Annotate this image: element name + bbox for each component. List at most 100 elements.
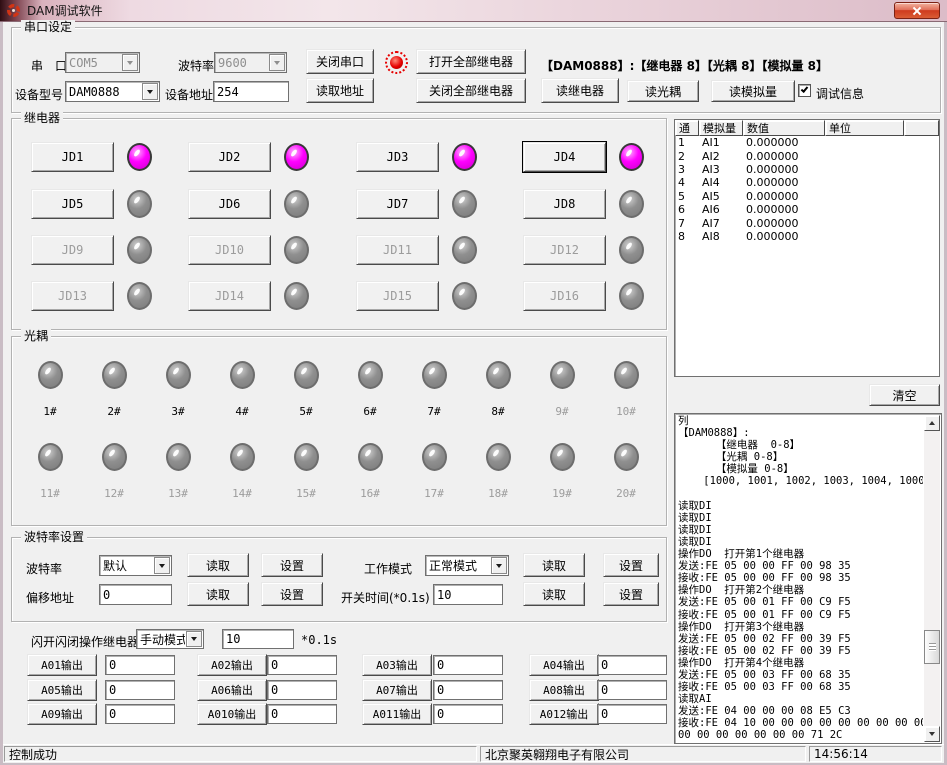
read-relays-button[interactable]: 读继电器 [541, 78, 619, 103]
ao-output-button[interactable]: A011输出 [362, 703, 432, 725]
flash-mode-value: 手动模式 [137, 631, 185, 648]
relay-button[interactable]: JD7 [356, 189, 439, 219]
close-all-relays-button[interactable]: 关闭全部继电器 [416, 78, 526, 103]
table-row[interactable]: 6 AI6 0.000000 [675, 203, 939, 216]
ao-output-button[interactable]: A06输出 [197, 679, 267, 701]
titlebar[interactable]: DAM调试软件 [0, 0, 947, 22]
switch-time-read-button[interactable]: 读取 [523, 582, 585, 606]
switch-time-set-button[interactable]: 设置 [603, 582, 659, 606]
scroll-down-button[interactable] [924, 726, 940, 742]
col-unit[interactable]: 单位 [825, 120, 904, 136]
relay-button[interactable]: JD15 [356, 281, 439, 311]
read-opto-button[interactable]: 读光耦 [627, 80, 699, 102]
ao-output-input[interactable] [105, 704, 175, 724]
ao-output-input[interactable] [105, 655, 175, 675]
baudrate-set-button[interactable]: 设置 [261, 553, 323, 577]
table-row[interactable]: 4 AI4 0.000000 [675, 176, 939, 189]
col-value[interactable]: 数值 [743, 120, 825, 136]
relay-button[interactable]: JD13 [31, 281, 114, 311]
close-serial-button[interactable]: 关闭串口 [306, 49, 374, 74]
baudrate-read-button[interactable]: 读取 [187, 553, 249, 577]
baudrate-select[interactable]: 默认 [99, 555, 172, 576]
clear-log-button[interactable]: 清空 [869, 384, 940, 406]
relay-button[interactable]: JD11 [356, 235, 439, 265]
ao-output-button[interactable]: A03输出 [362, 654, 432, 676]
cell-channel: 4 [675, 176, 699, 189]
table-row[interactable]: 5 AI5 0.000000 [675, 190, 939, 203]
ao-output-input[interactable] [597, 704, 667, 724]
table-row[interactable]: 1 AI1 0.000000 [675, 136, 939, 149]
read-address-button[interactable]: 读取地址 [306, 78, 374, 103]
device-model-label: 设备型号 [15, 86, 63, 103]
ao-output-button[interactable]: A010输出 [197, 703, 267, 725]
serial-open-indicator [390, 56, 403, 69]
flash-time-unit: *0.1s [301, 633, 337, 647]
relay-button[interactable]: JD3 [356, 142, 439, 172]
workmode-select[interactable]: 正常模式 [425, 555, 509, 576]
ao-output-input[interactable] [267, 655, 337, 675]
col-channel[interactable]: 通 [675, 120, 699, 136]
switch-time-label: 开关时间(*0.1s) [341, 589, 430, 606]
device-address-input[interactable] [213, 81, 289, 102]
offset-address-input[interactable] [99, 584, 172, 605]
ao-output-button[interactable]: A05输出 [27, 679, 97, 701]
table-row[interactable]: 7 AI7 0.000000 [675, 216, 939, 229]
relay-button[interactable]: JD12 [523, 235, 606, 265]
device-summary: 【DAM0888】:【继电器 8】【光耦 8】【模拟量 8】 [541, 57, 828, 74]
relay-button[interactable]: JD16 [523, 281, 606, 311]
relay-button[interactable]: JD10 [188, 235, 271, 265]
ao-output-button[interactable]: A08输出 [529, 679, 599, 701]
flash-time-input[interactable] [222, 629, 294, 649]
open-all-relays-button[interactable]: 打开全部继电器 [416, 49, 526, 74]
ao-output-input[interactable] [267, 680, 337, 700]
relay-button[interactable]: JD14 [188, 281, 271, 311]
scroll-up-button[interactable] [924, 415, 940, 431]
ao-output-button[interactable]: A07输出 [362, 679, 432, 701]
relay-button[interactable]: JD8 [523, 189, 606, 219]
read-analog-button[interactable]: 读模拟量 [711, 80, 795, 102]
device-address-label: 设备地址 [165, 86, 213, 103]
relay-button[interactable]: JD9 [31, 235, 114, 265]
baud-select[interactable]: 9600 [214, 52, 287, 73]
table-row[interactable]: 8 AI8 0.000000 [675, 230, 939, 243]
ao-output-input[interactable] [105, 680, 175, 700]
relay-button[interactable]: JD5 [31, 189, 114, 219]
col-extra[interactable] [904, 120, 939, 136]
ao-output-input[interactable] [433, 655, 503, 675]
table-row[interactable]: 3 AI3 0.000000 [675, 163, 939, 176]
relay-button[interactable]: JD4 [523, 142, 606, 172]
debug-info-checkbox[interactable] [798, 84, 811, 97]
log-scrollbar[interactable] [924, 415, 940, 742]
ao-output-button[interactable]: A09输出 [27, 703, 97, 725]
opto-row-1: 1# 2# 3# 4# 5# 6# 7# [18, 361, 660, 418]
log-text[interactable]: 列 【DAM0888】: 【继电器 0-8】 【光耦 0-8】 【模拟量 0-8… [678, 415, 923, 742]
ao-output-button[interactable]: A04输出 [529, 654, 599, 676]
workmode-read-button[interactable]: 读取 [523, 553, 585, 577]
ao-output-button[interactable]: A012输出 [529, 703, 599, 725]
opto-led-indicator [38, 361, 63, 389]
col-analog[interactable]: 模拟量 [699, 120, 743, 136]
ao-output-input[interactable] [433, 680, 503, 700]
com-port-select[interactable]: COM5 [65, 52, 140, 73]
ao-output-button[interactable]: A02输出 [197, 654, 267, 676]
flash-relay-label: 闪开闪闭操作继电器 [31, 633, 139, 650]
relay-button[interactable]: JD2 [188, 142, 271, 172]
relay-button[interactable]: JD6 [188, 189, 271, 219]
ao-output-input[interactable] [267, 704, 337, 724]
device-model-select[interactable]: DAM0888 [65, 81, 160, 102]
offset-set-button[interactable]: 设置 [261, 582, 323, 606]
switch-time-input[interactable] [433, 584, 503, 605]
workmode-set-button[interactable]: 设置 [603, 553, 659, 577]
flash-mode-select[interactable]: 手动模式 [136, 629, 204, 649]
relay-button[interactable]: JD1 [31, 142, 114, 172]
relay-legend: 继电器 [21, 111, 63, 125]
scroll-up-icon [929, 421, 935, 425]
offset-read-button[interactable]: 读取 [187, 582, 249, 606]
ao-output-button[interactable]: A01输出 [27, 654, 97, 676]
ao-output-input[interactable] [433, 704, 503, 724]
scroll-thumb[interactable] [924, 630, 940, 664]
ao-output-input[interactable] [597, 680, 667, 700]
close-button[interactable] [894, 2, 940, 19]
ao-output-input[interactable] [597, 655, 667, 675]
table-row[interactable]: 2 AI2 0.000000 [675, 149, 939, 162]
